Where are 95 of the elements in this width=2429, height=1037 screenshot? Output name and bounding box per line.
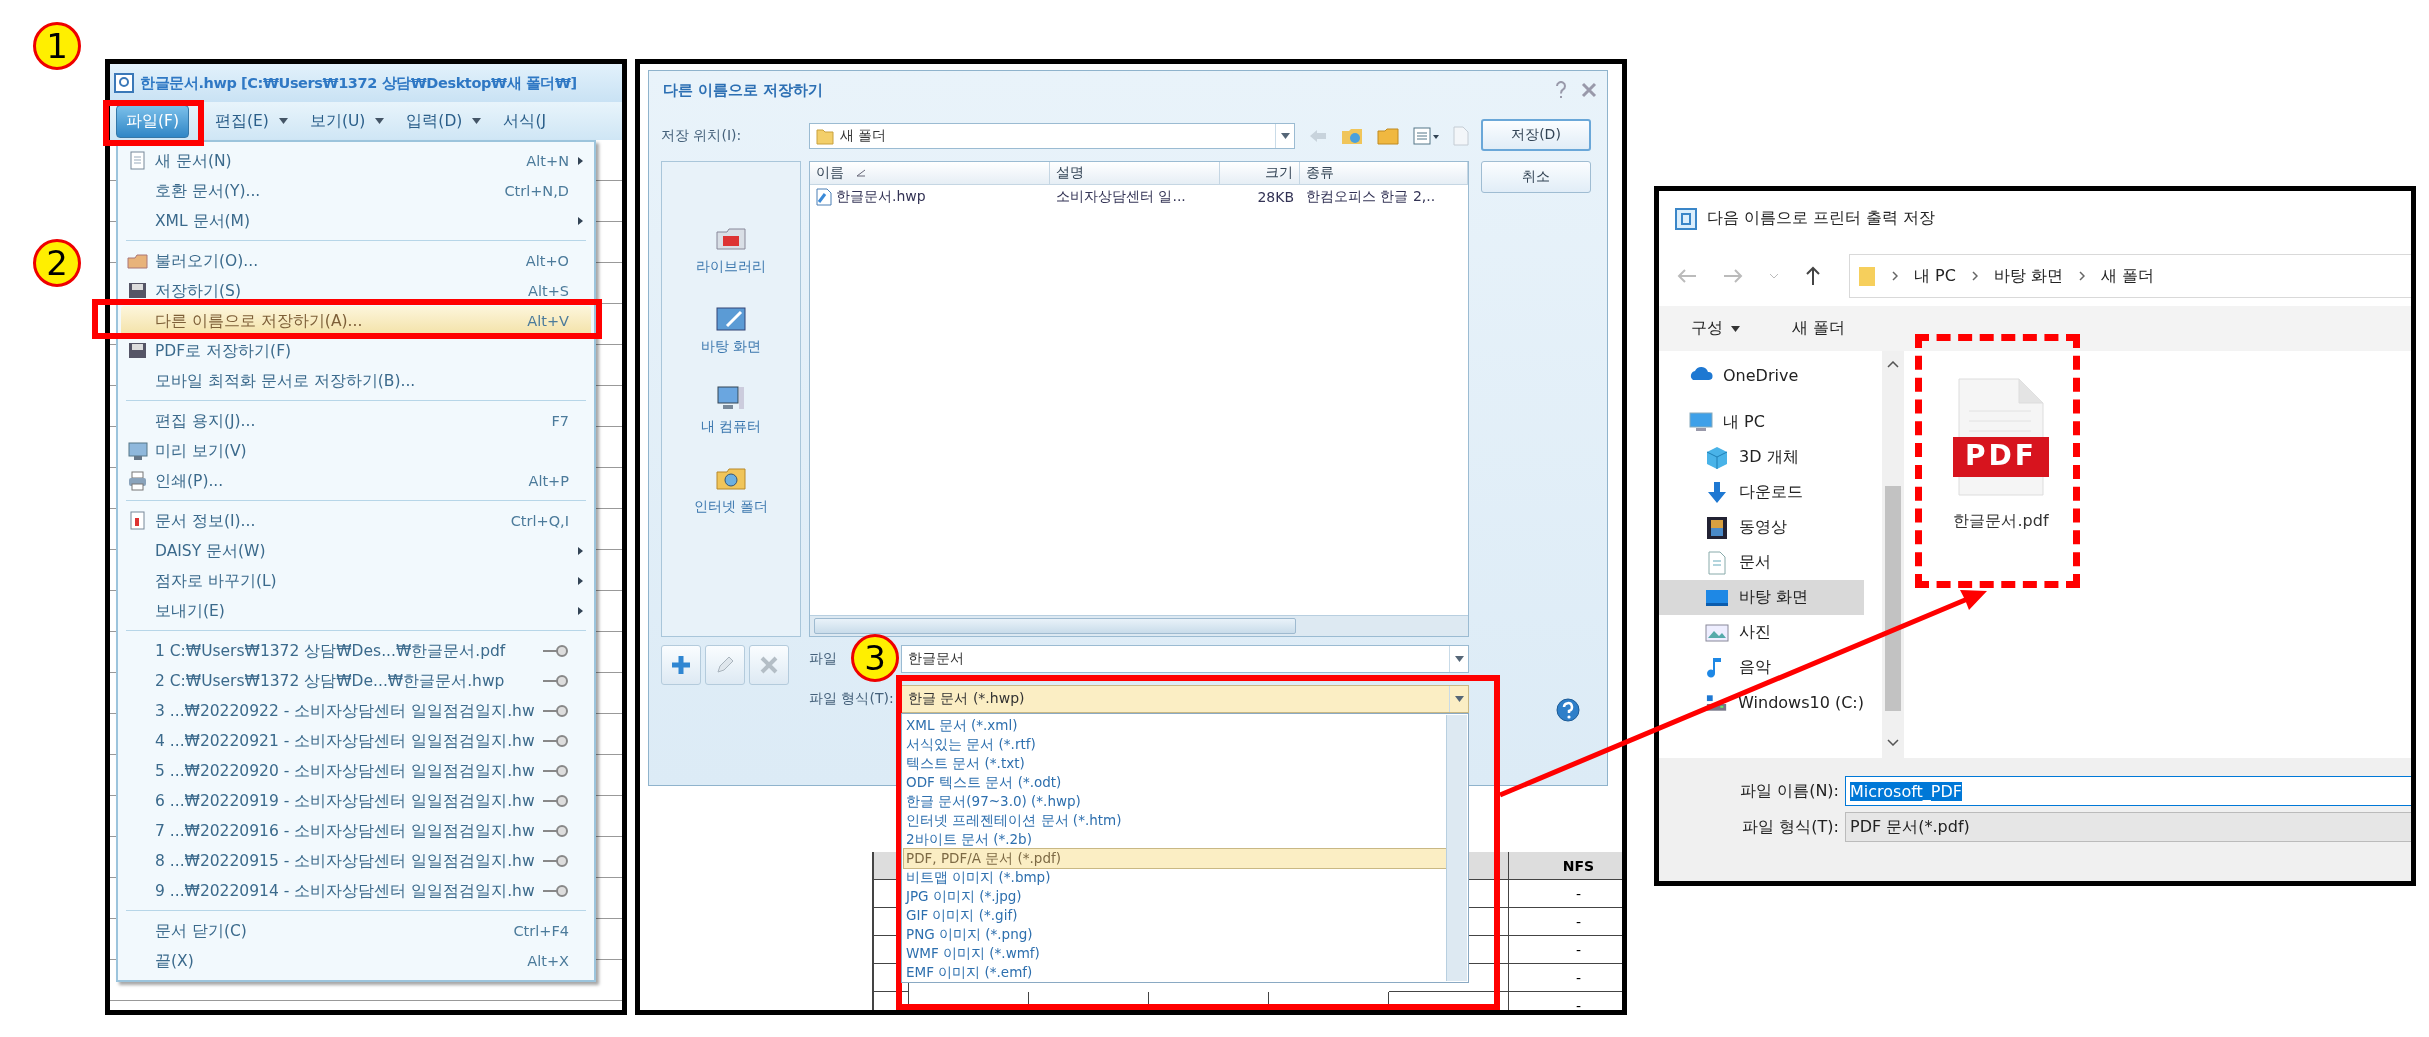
menu-item[interactable]: 호환 문서(Y)... Ctrl+N,D	[121, 176, 591, 206]
menu-bar-item[interactable]: 입력(D)	[396, 104, 492, 138]
place-item[interactable]: 내 컴퓨터	[700, 384, 762, 436]
file-type-dropdown[interactable]: PDF 문서(*.pdf)	[1845, 812, 2411, 842]
cancel-button[interactable]: 취소	[1481, 161, 1591, 193]
menu-item[interactable]: 6 ...₩20220919 - 소비자상담센터 일일점검일지.hw	[121, 786, 591, 816]
table-cell: 한글문서.hwp	[810, 188, 1050, 206]
field-label: 파일 형식(T):	[809, 690, 894, 708]
file-list[interactable]: 이름 설명 크기 종류 한글문서.hwp 소비자상담센터 일... 28KB 한컴오피스 한글 2,..	[809, 161, 1469, 637]
breadcrumb-item[interactable]: 내 PC	[1914, 265, 1956, 287]
window-title: 한글문서.hwp [C:₩Users₩1372 상담₩Desktop₩새 폴더₩]	[140, 73, 577, 93]
field-label: 파일 형식(T):	[1742, 816, 1839, 838]
column-header[interactable]: 크기	[1220, 162, 1300, 184]
window-title: 다음 이름으로 프린터 출력 저장	[1707, 208, 1936, 229]
field-label: 파일 이름(N):	[1740, 780, 1839, 802]
place-item[interactable]: 바탕 화면	[700, 304, 762, 356]
list-option[interactable]: 2바이트 문서 (*.2b)	[904, 830, 1446, 849]
menu-item[interactable]: 1 C:₩Users₩1372 상담₩Des...₩한글문서.pdf	[121, 636, 591, 666]
menu-item[interactable]: 불러오기(O)... Alt+O	[121, 246, 591, 276]
location-label: 저장 위치(I):	[661, 127, 742, 145]
menu-item[interactable]: 4 ...₩20220921 - 소비자상담센터 일일점검일지.hw	[121, 726, 591, 756]
table-cell: -	[1509, 908, 1622, 936]
menu-item[interactable]: 보내기(E)	[121, 596, 591, 626]
file-item[interactable]: PDF 한글문서.pdf	[1946, 377, 2056, 532]
tree-item[interactable]: 다운로드	[1659, 475, 1864, 510]
list-option[interactable]: 비트맵 이미지 (*.bmp)	[904, 868, 1446, 887]
list-option[interactable]: WMF 이미지 (*.wmf)	[904, 944, 1446, 963]
table-cell: -	[1509, 964, 1622, 992]
menu-item[interactable]: 3 ...₩20220922 - 소비자상담센터 일일점검일지.hw	[121, 696, 591, 726]
column-header[interactable]: 종류	[1300, 162, 1468, 184]
list-option[interactable]: ODF 텍스트 문서 (*.odt)	[904, 773, 1446, 792]
column-header[interactable]: 이름	[810, 162, 1050, 184]
table-cell: -	[1509, 880, 1622, 908]
menu-item[interactable]: 9 ...₩20220914 - 소비자상담센터 일일점검일지.hw	[121, 876, 591, 906]
location-dropdown[interactable]: 새 폴더	[809, 123, 1295, 149]
menu-item[interactable]: 5 ...₩20220920 - 소비자상담센터 일일점검일지.hw	[121, 756, 591, 786]
table-cell-text: 소비자상담센터 일...	[1055, 188, 1187, 206]
tree-item[interactable]: 바탕 화면	[1659, 580, 1864, 615]
tree-item[interactable]: OneDrive	[1659, 358, 1864, 393]
file-name-field[interactable]: Microsoft_PDF	[1845, 776, 2411, 806]
table-cell-text: 28KB	[1256, 189, 1295, 205]
list-option[interactable]: PDF, PDF/A 문서 (*.pdf)	[904, 849, 1446, 868]
list-option[interactable]: 서식있는 문서 (*.rtf)	[904, 735, 1446, 754]
list-option[interactable]: XML 문서 (*.xml)	[904, 716, 1446, 735]
tree-item[interactable]: 음악	[1659, 650, 1864, 685]
toolbar-button[interactable]: 구성	[1687, 314, 1744, 343]
toolbar-button[interactable]: 새 폴더	[1788, 314, 1850, 343]
menu-item[interactable]: XML 문서(M)	[121, 206, 591, 236]
menu-item[interactable]: 7 ...₩20220916 - 소비자상담센터 일일점검일지.hw	[121, 816, 591, 846]
breadcrumb-item[interactable]: 새 폴더	[2101, 265, 2155, 287]
menu-item[interactable]: 문서 정보(I)... Ctrl+Q,I	[121, 506, 591, 536]
list-option[interactable]: EMF 이미지 (*.emf)	[904, 963, 1446, 982]
step-badge: 1	[33, 22, 81, 70]
table-cell: -	[1509, 936, 1622, 964]
breadcrumb-item[interactable]: 바탕 화면	[1993, 265, 2063, 287]
list-option[interactable]: 한글 문서(97~3.0) (*.hwp)	[904, 792, 1446, 811]
step-badge: 2	[33, 239, 81, 287]
menu-item[interactable]: 8 ...₩20220915 - 소비자상담센터 일일점검일지.hw	[121, 846, 591, 876]
list-option[interactable]: GIF 이미지 (*.gif)	[904, 906, 1446, 925]
address-bar[interactable]: 내 PC 바탕 화면 새 폴더	[1849, 254, 2411, 298]
file-name-field[interactable]: 한글문서	[901, 645, 1469, 673]
table-cell: -	[1509, 992, 1622, 1010]
menu-item[interactable]: 저장하기(S) Alt+S	[121, 276, 591, 306]
menu-item[interactable]: 편집 용지(J)... F7	[121, 406, 591, 436]
tree-item[interactable]: 동영상	[1659, 510, 1864, 545]
list-option[interactable]: 텍스트 문서 (*.txt)	[904, 754, 1446, 773]
menu-bar-item[interactable]: 보기(U)	[299, 104, 395, 138]
place-item[interactable]: 인터넷 폴더	[693, 464, 769, 516]
menu-item[interactable]: PDF로 저장하기(F)	[121, 336, 591, 366]
menu-item[interactable]: 미리 보기(V)	[121, 436, 591, 466]
save-button[interactable]: 저장(D)	[1481, 119, 1591, 151]
column-header[interactable]: 설명	[1050, 162, 1220, 184]
tree-item[interactable]: 사진	[1659, 615, 1864, 650]
table-cell-text: 한컴오피스 한글 2,..	[1305, 188, 1437, 206]
list-option[interactable]: PNG 이미지 (*.png)	[904, 925, 1446, 944]
menu-item[interactable]: 다른 이름으로 저장하기(A)... Alt+V	[121, 306, 591, 336]
tree-item[interactable]: 내 PC	[1659, 405, 1864, 440]
menu-item[interactable]: 2 C:₩Users₩1372 상담₩De...₩한글문서.hwp	[121, 666, 591, 696]
table-header: NFS	[1509, 852, 1622, 880]
menu-item[interactable]: 끝(X) Alt+X	[121, 946, 591, 976]
place-item[interactable]: 라이브러리	[696, 224, 766, 276]
menu-item[interactable]: 인쇄(P)... Alt+P	[121, 466, 591, 496]
tree-item[interactable]: 3D 개체	[1659, 440, 1864, 475]
menu-bar-item[interactable]: 편집(E)	[205, 104, 298, 138]
dialog-title: 다른 이름으로 저장하기	[663, 80, 825, 100]
list-option[interactable]: 인터넷 프레젠테이션 문서 (*.htm)	[904, 811, 1446, 830]
menu-item[interactable]: 점자로 바꾸기(L)	[121, 566, 591, 596]
list-option[interactable]: JPG 이미지 (*.jpg)	[904, 887, 1446, 906]
field-label: 파일	[809, 650, 837, 668]
menu-item[interactable]: DAISY 문서(W)	[121, 536, 591, 566]
tree-item[interactable]: 문서	[1659, 545, 1864, 580]
menu-bar-item[interactable]: 서식(J	[493, 104, 556, 138]
menu-item[interactable]: 문서 닫기(C) Ctrl+F4	[121, 916, 591, 946]
menu-item[interactable]: 새 문서(N) Alt+N	[121, 146, 591, 176]
menu-item[interactable]: 모바일 최적화 문서로 저장하기(B)...	[121, 366, 591, 396]
